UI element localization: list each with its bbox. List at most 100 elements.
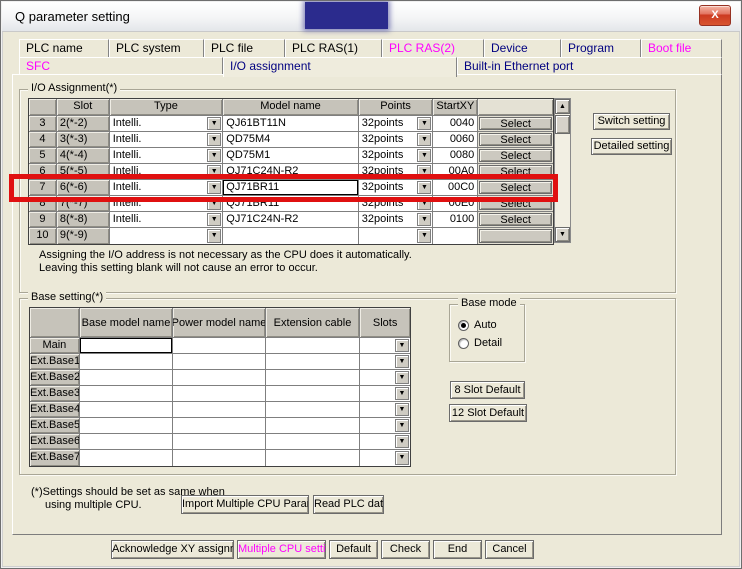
- cancel-button[interactable]: Cancel: [485, 540, 534, 559]
- extension-cable-cell[interactable]: [266, 434, 361, 450]
- model-name-cell[interactable]: QJ71C24N-R2: [223, 164, 358, 180]
- points-dropdown[interactable]: 32points▼: [359, 196, 434, 212]
- dropdown-arrow-icon[interactable]: ▼: [395, 355, 409, 368]
- dropdown-arrow-icon[interactable]: ▼: [207, 133, 221, 146]
- dropdown-arrow-icon[interactable]: ▼: [207, 165, 221, 178]
- dropdown-arrow-icon[interactable]: ▼: [417, 133, 431, 146]
- slots-dropdown[interactable]: ▼: [360, 450, 410, 466]
- base-model-cell[interactable]: [80, 434, 174, 450]
- startxy-cell[interactable]: 0060: [433, 132, 478, 148]
- select-button[interactable]: Select: [479, 181, 552, 194]
- type-dropdown[interactable]: Intelli.▼: [110, 116, 224, 132]
- dropdown-arrow-icon[interactable]: ▼: [395, 419, 409, 432]
- slots-dropdown[interactable]: ▼: [360, 354, 410, 370]
- tab-plc-file[interactable]: PLC file: [204, 39, 285, 57]
- check-button[interactable]: Check: [381, 540, 430, 559]
- slots-dropdown[interactable]: ▼: [360, 370, 410, 386]
- detailed-setting-button[interactable]: Detailed setting: [591, 138, 672, 155]
- model-name-cell[interactable]: QJ71BR11: [223, 196, 358, 212]
- dropdown-arrow-icon[interactable]: ▼: [395, 371, 409, 384]
- tab-plc-name[interactable]: PLC name: [19, 39, 109, 57]
- extension-cable-cell[interactable]: [266, 450, 361, 466]
- points-dropdown[interactable]: 32points▼: [359, 116, 434, 132]
- dropdown-arrow-icon[interactable]: ▼: [417, 149, 431, 162]
- model-name-cell[interactable]: QJ61BT11N: [223, 116, 358, 132]
- points-dropdown[interactable]: 32points▼: [359, 180, 434, 196]
- base-model-cell[interactable]: [80, 450, 174, 466]
- end-button[interactable]: End: [433, 540, 482, 559]
- dropdown-arrow-icon[interactable]: ▼: [417, 117, 431, 130]
- startxy-cell[interactable]: 0080: [433, 148, 478, 164]
- base-model-cell-active[interactable]: [80, 338, 174, 354]
- extension-cable-cell[interactable]: [266, 386, 361, 402]
- extension-cable-cell[interactable]: [266, 370, 361, 386]
- dropdown-arrow-icon[interactable]: ▼: [207, 181, 221, 194]
- dropdown-arrow-icon[interactable]: ▼: [207, 117, 221, 130]
- extension-cable-cell[interactable]: [266, 354, 361, 370]
- type-dropdown[interactable]: Intelli.▼: [110, 164, 224, 180]
- radio-auto[interactable]: Auto: [458, 319, 497, 331]
- multiple-cpu-settings-button[interactable]: Multiple CPU settings: [237, 540, 326, 559]
- dropdown-arrow-icon[interactable]: ▼: [417, 181, 431, 194]
- dropdown-arrow-icon[interactable]: ▼: [207, 197, 221, 210]
- slots-dropdown[interactable]: ▼: [360, 418, 410, 434]
- default-button[interactable]: Default: [329, 540, 378, 559]
- type-dropdown[interactable]: Intelli.▼: [110, 148, 224, 164]
- dropdown-arrow-icon[interactable]: ▼: [207, 213, 221, 226]
- select-button[interactable]: Select: [479, 133, 552, 146]
- select-button[interactable]: Select: [479, 197, 552, 210]
- select-button-empty[interactable]: [479, 229, 552, 243]
- tab-plc-ras1[interactable]: PLC RAS(1): [285, 39, 382, 57]
- power-model-cell[interactable]: [173, 450, 266, 466]
- startxy-cell[interactable]: 0040: [433, 116, 478, 132]
- extension-cable-cell[interactable]: [266, 402, 361, 418]
- scrollbar-thumb[interactable]: [555, 115, 570, 134]
- slots-dropdown[interactable]: ▼: [360, 386, 410, 402]
- power-model-cell[interactable]: [173, 402, 266, 418]
- dropdown-arrow-icon[interactable]: ▼: [417, 197, 431, 210]
- power-model-cell[interactable]: [173, 418, 266, 434]
- dropdown-arrow-icon[interactable]: ▼: [395, 451, 409, 465]
- slots-dropdown[interactable]: ▼: [360, 434, 410, 450]
- tab-device[interactable]: Device: [484, 39, 561, 57]
- power-model-cell[interactable]: [173, 354, 266, 370]
- model-name-cell-active[interactable]: QJ71BR11: [223, 180, 358, 196]
- select-button[interactable]: Select: [479, 117, 552, 130]
- scroll-down-icon[interactable]: ▼: [555, 227, 570, 242]
- select-button[interactable]: Select: [479, 213, 552, 226]
- points-dropdown[interactable]: 32points▼: [359, 132, 434, 148]
- import-multiple-cpu-button[interactable]: Import Multiple CPU Parameter: [181, 495, 309, 514]
- title-bar[interactable]: Q parameter setting X: [2, 2, 740, 32]
- dropdown-arrow-icon[interactable]: ▼: [417, 165, 431, 178]
- dropdown-arrow-icon[interactable]: ▼: [395, 339, 409, 352]
- model-name-cell[interactable]: [223, 228, 358, 244]
- radio-detail[interactable]: Detail: [458, 337, 502, 349]
- points-dropdown[interactable]: ▼: [359, 228, 434, 244]
- startxy-cell[interactable]: 00C0: [433, 180, 478, 196]
- dropdown-arrow-icon[interactable]: ▼: [395, 403, 409, 416]
- base-model-cell[interactable]: [80, 418, 174, 434]
- scroll-up-icon[interactable]: ▲: [555, 99, 570, 114]
- startxy-cell[interactable]: 0100: [433, 212, 478, 228]
- select-button[interactable]: Select: [479, 165, 552, 178]
- power-model-cell[interactable]: [173, 338, 266, 354]
- tab-plc-ras2[interactable]: PLC RAS(2): [382, 39, 484, 57]
- power-model-cell[interactable]: [173, 370, 266, 386]
- slot8-default-button[interactable]: 8 Slot Default: [450, 381, 525, 399]
- type-dropdown[interactable]: ▼: [110, 228, 224, 244]
- slots-dropdown[interactable]: ▼: [360, 402, 410, 418]
- acknowledge-xy-button[interactable]: Acknowledge XY assignment: [111, 540, 234, 559]
- startxy-cell[interactable]: [433, 228, 478, 244]
- slot12-default-button[interactable]: 12 Slot Default: [449, 404, 527, 422]
- radio-button-icon[interactable]: [458, 338, 469, 349]
- power-model-cell[interactable]: [173, 434, 266, 450]
- base-model-cell[interactable]: [80, 370, 174, 386]
- tab-boot-file[interactable]: Boot file: [641, 39, 722, 57]
- tab-builtin-ethernet[interactable]: Built-in Ethernet port: [457, 57, 722, 75]
- switch-setting-button[interactable]: Switch setting: [593, 113, 670, 130]
- extension-cable-cell[interactable]: [266, 418, 361, 434]
- base-model-cell[interactable]: [80, 354, 174, 370]
- select-button[interactable]: Select: [479, 149, 552, 162]
- model-name-cell[interactable]: QJ71C24N-R2: [223, 212, 358, 228]
- points-dropdown[interactable]: 32points▼: [359, 212, 434, 228]
